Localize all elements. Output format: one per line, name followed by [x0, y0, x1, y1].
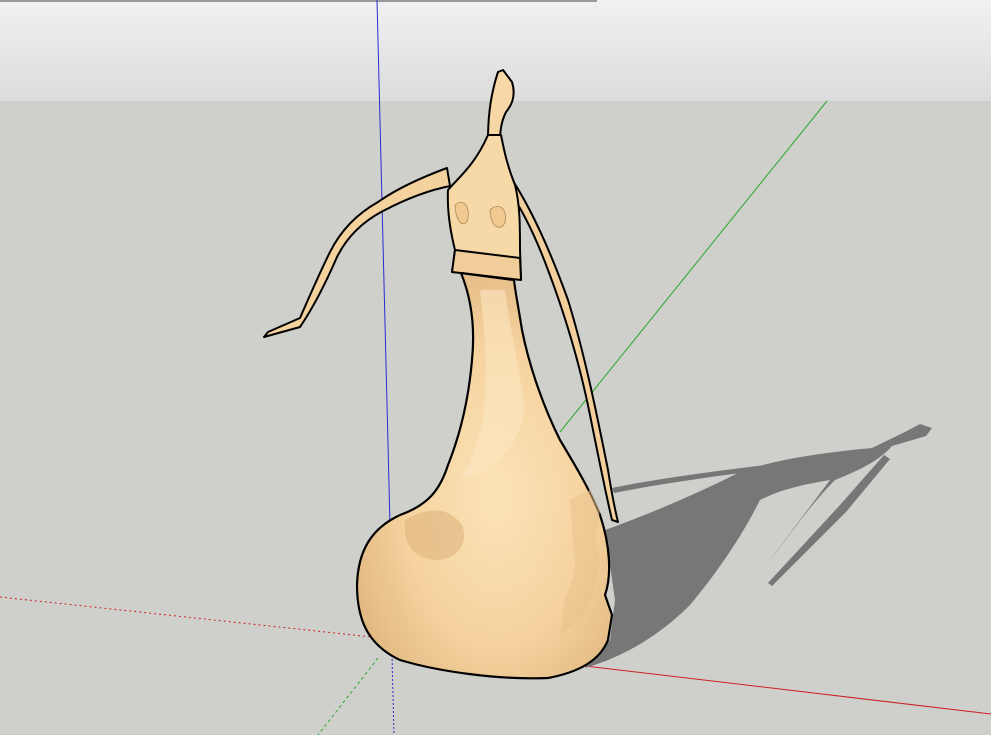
scene-canvas[interactable] — [0, 0, 991, 735]
3d-viewport[interactable] — [0, 0, 991, 735]
